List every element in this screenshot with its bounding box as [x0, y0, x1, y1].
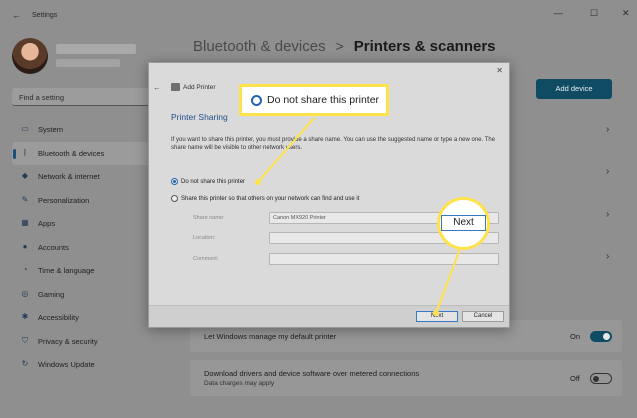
callout-do-not-share: Do not share this printer — [239, 84, 389, 116]
callout-dot-radio — [255, 179, 261, 185]
callout-dot-next — [433, 310, 439, 316]
callout-line-next — [435, 248, 461, 314]
callout-next-text: Next — [441, 215, 486, 231]
callout-lines — [255, 117, 461, 316]
callout-next: Next — [437, 197, 490, 250]
callout-radio-text: Do not share this printer — [267, 94, 380, 106]
callout-line-radio — [257, 117, 315, 183]
radio-callout-icon — [251, 94, 262, 106]
